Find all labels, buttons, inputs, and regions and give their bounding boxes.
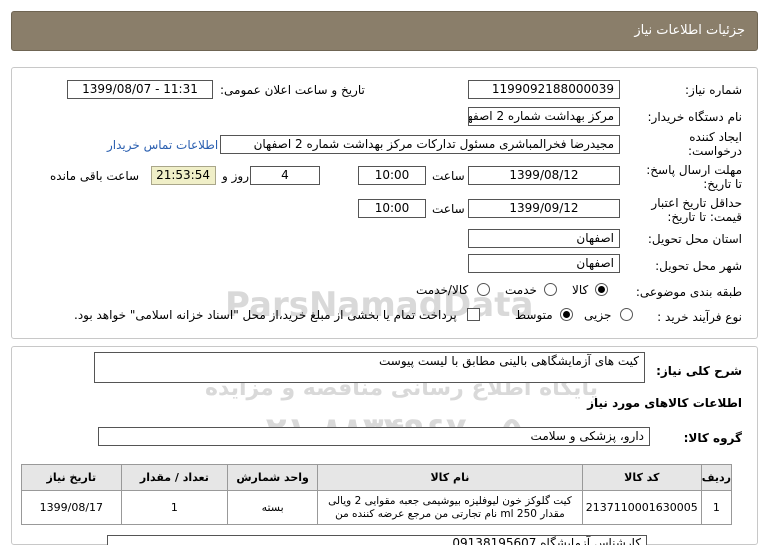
cell-unit: بسته xyxy=(227,490,319,525)
need-summary-label: شرح کلی نیاز: xyxy=(656,364,742,378)
days-label: روز و xyxy=(222,169,249,183)
goods-group-label: گروه کالا: xyxy=(683,431,742,445)
cell-date: 1399/08/17 xyxy=(21,490,122,525)
col-code: کد کالا xyxy=(581,464,702,491)
category-service-radio[interactable] xyxy=(544,283,557,296)
table-row: 1 2137110001630005 کیت گلوکز خون لیوفلیز… xyxy=(21,490,733,525)
reply-date-field: 1399/08/12 xyxy=(468,166,620,185)
reply-time-field: 10:00 xyxy=(358,166,426,185)
validity-date-field: 1399/09/12 xyxy=(468,199,620,218)
page-title: جزئیات اطلاعات نیاز xyxy=(634,23,745,38)
col-unit: واحد شمارش xyxy=(227,464,319,491)
city-field: اصفهان xyxy=(468,254,620,273)
col-date: تاریخ نیاز xyxy=(21,464,122,491)
buyer-name-field: مرکز بهداشت شماره 2 اصفهان xyxy=(468,107,620,126)
creator-label-line1: ایجاد کننده xyxy=(689,130,742,144)
col-name: نام کالا xyxy=(317,464,583,491)
table-header-row: ردیف کد کالا نام کالا واحد شمارش تعداد /… xyxy=(21,464,733,491)
reply-time-label: ساعت xyxy=(432,169,465,183)
validity-label-line1: حداقل تاریخ اعتبار xyxy=(651,196,742,210)
buyer-name-label: نام دستگاه خریدار: xyxy=(647,110,743,124)
cell-code: 2137110001630005 xyxy=(581,490,702,525)
category-goods-radio[interactable] xyxy=(595,283,608,296)
cell-name: کیت گلوکز خون لیوفلیزه بیوشیمی جعبه مقوا… xyxy=(317,490,583,525)
category-goods-label: کالا xyxy=(572,283,589,297)
province-field: اصفهان xyxy=(468,229,620,248)
treasury-payment-checkbox[interactable] xyxy=(467,308,480,321)
category-label: طبقه بندی موضوعی: xyxy=(635,285,742,299)
province-label: استان محل تحویل: xyxy=(647,232,742,246)
creator-field: مجیدرضا فخرالمباشری مسئول تدارکات مرکز ب… xyxy=(220,135,620,154)
goods-table: ردیف کد کالا نام کالا واحد شمارش تعداد /… xyxy=(21,464,733,525)
process-medium-radio[interactable] xyxy=(560,308,573,321)
treasury-payment-note: پرداخت تمام یا بخشی از مبلغ خرید،از محل … xyxy=(74,308,457,322)
reply-deadline-label-line1: مهلت ارسال پاسخ: xyxy=(646,163,742,177)
process-medium-label: متوسط xyxy=(515,308,553,322)
category-goods-service-radio[interactable] xyxy=(477,283,490,296)
cell-row: 1 xyxy=(700,490,733,525)
process-minor-radio[interactable] xyxy=(620,308,633,321)
category-goods-service-label: کالا/خدمت xyxy=(416,283,469,297)
days-remaining-field: 4 xyxy=(250,166,320,185)
cell-qty: 1 xyxy=(120,490,229,525)
col-row: ردیف xyxy=(700,464,733,491)
remaining-time-field: 21:53:54 xyxy=(151,166,216,185)
reply-deadline-label-line2: تا تاریخ: xyxy=(703,177,742,191)
need-number-label: شماره نیاز: xyxy=(685,83,742,97)
process-minor-label: جزیی xyxy=(584,308,612,322)
need-number-field: 1199092188000039 xyxy=(468,80,620,99)
category-service-label: خدمت xyxy=(505,283,537,297)
page-header: جزئیات اطلاعات نیاز xyxy=(11,11,758,51)
col-qty: تعداد / مقدار xyxy=(120,464,229,491)
creator-label-line2: درخواست: xyxy=(688,144,742,158)
announce-date-field: 1399/08/07 - 11:31 xyxy=(67,80,213,99)
city-label: شهر محل تحویل: xyxy=(655,259,742,273)
announce-date-label: تاریخ و ساعت اعلان عمومی: xyxy=(220,83,365,97)
buyer-notes-field: کارشناس آزمایشگاه 09138195607 xyxy=(107,535,647,545)
process-type-label: نوع فرآیند خرید : xyxy=(657,310,742,324)
validity-label-line2: قیمت: تا تاریخ: xyxy=(667,210,742,224)
validity-time-field: 10:00 xyxy=(358,199,426,218)
need-summary-field: کیت های آزمایشگاهی بالینی مطابق با لیست … xyxy=(94,352,645,383)
validity-time-label: ساعت xyxy=(432,202,465,216)
remaining-time-label: ساعت باقی مانده xyxy=(50,169,140,183)
goods-section-title: اطلاعات کالاهای مورد نیاز xyxy=(587,396,742,410)
goods-group-field: دارو، پزشکی و سلامت xyxy=(98,427,650,446)
buyer-contact-link[interactable]: اطلاعات تماس خریدار xyxy=(107,138,218,152)
